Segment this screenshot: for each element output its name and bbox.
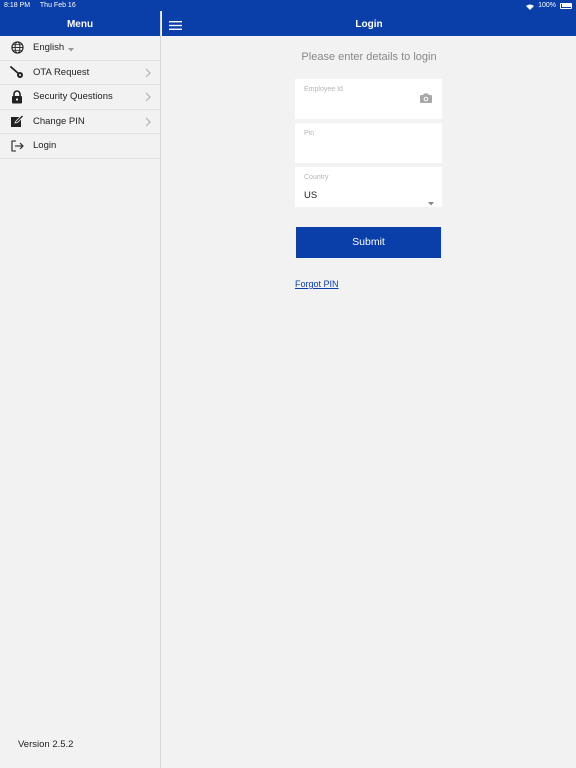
- chevron-right-icon: [144, 117, 152, 127]
- sidebar-item-label: English: [33, 42, 65, 54]
- sidebar-item-label: Security Questions: [33, 91, 113, 103]
- employee-id-label: Employee Id: [304, 86, 343, 93]
- sidebar-item-security-questions[interactable]: Security Questions: [0, 85, 160, 110]
- globe-icon: [10, 41, 24, 55]
- sidebar-title: Menu: [66, 19, 94, 30]
- status-time: 8:18 PM: [4, 2, 31, 9]
- employee-id-field[interactable]: Employee Id: [295, 79, 442, 119]
- country-label: Country: [304, 174, 329, 181]
- country-value: US: [304, 190, 318, 201]
- status-date: Thu Feb 16: [39, 2, 76, 9]
- status-bar: 8:18 PM Thu Feb 16 100%: [0, 0, 576, 11]
- login-icon: [10, 139, 24, 153]
- sidebar-item-label: Login: [33, 140, 57, 152]
- sidebar-item-language[interactable]: English: [0, 36, 160, 61]
- app-version: Version 2.5.2: [18, 739, 74, 750]
- chevron-right-icon: [144, 92, 152, 102]
- submit-button[interactable]: Submit: [296, 227, 441, 258]
- forgot-pin-link[interactable]: Forgot PIN: [295, 279, 339, 289]
- sidebar-item-change-pin[interactable]: Change PIN: [0, 110, 160, 134]
- wifi-icon: [526, 3, 535, 10]
- login-prompt: Please enter details to login: [301, 51, 437, 63]
- sidebar-item-login[interactable]: Login: [0, 134, 160, 159]
- caret-down-icon: [428, 193, 434, 206]
- sidebar-item-label: Change PIN: [33, 115, 85, 127]
- pin-field[interactable]: Pin: [295, 123, 442, 163]
- caret-down-icon: [68, 45, 75, 52]
- battery-percent: 100%: [538, 2, 556, 9]
- pin-label: Pin: [304, 130, 315, 137]
- country-select[interactable]: Country US: [295, 167, 442, 207]
- chevron-right-icon: [144, 68, 152, 78]
- sidebar-item-label: OTA Request: [33, 66, 90, 78]
- edit-icon: [10, 114, 24, 128]
- lock-icon: [10, 90, 24, 104]
- camera-icon[interactable]: [420, 90, 432, 103]
- key-icon: [10, 65, 24, 79]
- sidebar-item-ota-request[interactable]: OTA Request: [0, 61, 160, 85]
- main-panel: Login Please enter details to login Empl…: [162, 0, 576, 768]
- page-title: Login: [355, 19, 383, 30]
- sidebar: Menu English OTA Request Security Questi…: [0, 0, 161, 768]
- battery-icon: [560, 2, 572, 9]
